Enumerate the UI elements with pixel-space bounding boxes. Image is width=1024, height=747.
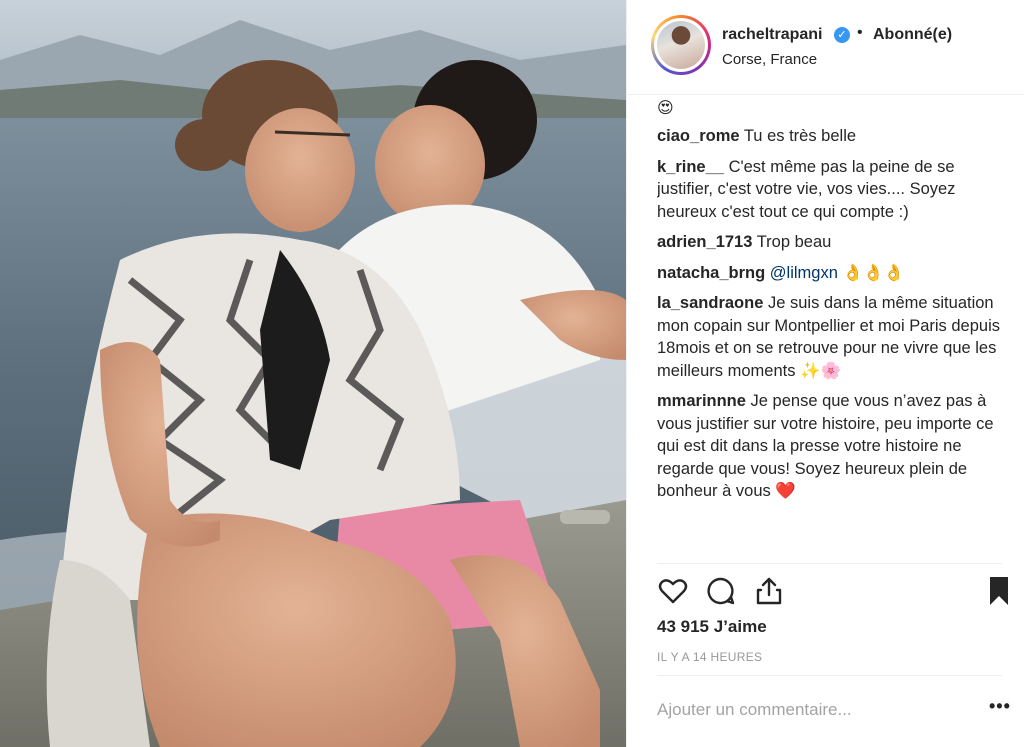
action-bar [657, 575, 1017, 609]
post-photo[interactable] [0, 0, 626, 747]
add-comment-input[interactable] [657, 697, 957, 723]
caption: 😍 [657, 100, 674, 117]
username-link[interactable]: racheltrapani [722, 26, 822, 44]
comment-username[interactable]: adrien_1713 [657, 233, 752, 251]
comment-item: k_rine__ C'est même pas la peine de se j… [657, 156, 1002, 224]
comment-text: 👌👌👌 [842, 263, 905, 282]
divider [657, 675, 1002, 676]
comment-bubble-icon[interactable] [705, 575, 737, 607]
instagram-post: racheltrapani ✓ • Abonné(e) Corse, Franc… [0, 0, 1024, 747]
comment-username[interactable]: mmarinnne [657, 392, 746, 410]
comment-item: la_sandraone Je suis dans la même situat… [657, 292, 1002, 382]
comment-mention-link[interactable]: @lilmgxn [770, 264, 838, 282]
heart-icon[interactable] [657, 575, 689, 607]
post-header: racheltrapani ✓ • Abonné(e) Corse, Franc… [627, 0, 1024, 95]
comment-text: Trop beau [756, 233, 832, 251]
more-options-icon[interactable]: ••• [989, 696, 1011, 717]
comment-text: Tu es très belle [743, 127, 857, 145]
post-timestamp[interactable]: IL Y A 14 HEURES [657, 650, 762, 664]
divider [657, 563, 1002, 564]
comment-username[interactable]: la_sandraone [657, 294, 763, 312]
comments-list[interactable]: 😍 ciao_rome Tu es très belle k_rine__ C'… [657, 95, 1002, 563]
comment-item: ciao_rome Tu es très belle [657, 125, 1002, 148]
avatar-ring-inner [654, 18, 708, 72]
share-icon[interactable] [753, 575, 785, 607]
comment-username[interactable]: k_rine__ [657, 158, 724, 176]
comment-username[interactable]: natacha_brng [657, 264, 765, 282]
verified-badge-icon: ✓ [834, 27, 850, 43]
following-button[interactable]: Abonné(e) [873, 26, 952, 44]
post-photo-illustration [0, 0, 626, 747]
avatar-image [657, 21, 705, 69]
like-count[interactable]: 43 915 J’aime [657, 617, 767, 637]
comment-item: adrien_1713 Trop beau [657, 231, 1002, 254]
comment-username[interactable]: ciao_rome [657, 127, 740, 145]
location-link[interactable]: Corse, France [722, 51, 817, 68]
avatar[interactable] [651, 15, 711, 75]
bookmark-icon[interactable] [983, 575, 1015, 607]
comment-item: natacha_brng @lilmgxn 👌👌👌 [657, 262, 1002, 285]
post-side-panel: racheltrapani ✓ • Abonné(e) Corse, Franc… [626, 0, 1024, 747]
separator-dot: • [857, 24, 863, 41]
comment-item: mmarinnne Je pense que vous n’avez pas à… [657, 390, 1002, 503]
